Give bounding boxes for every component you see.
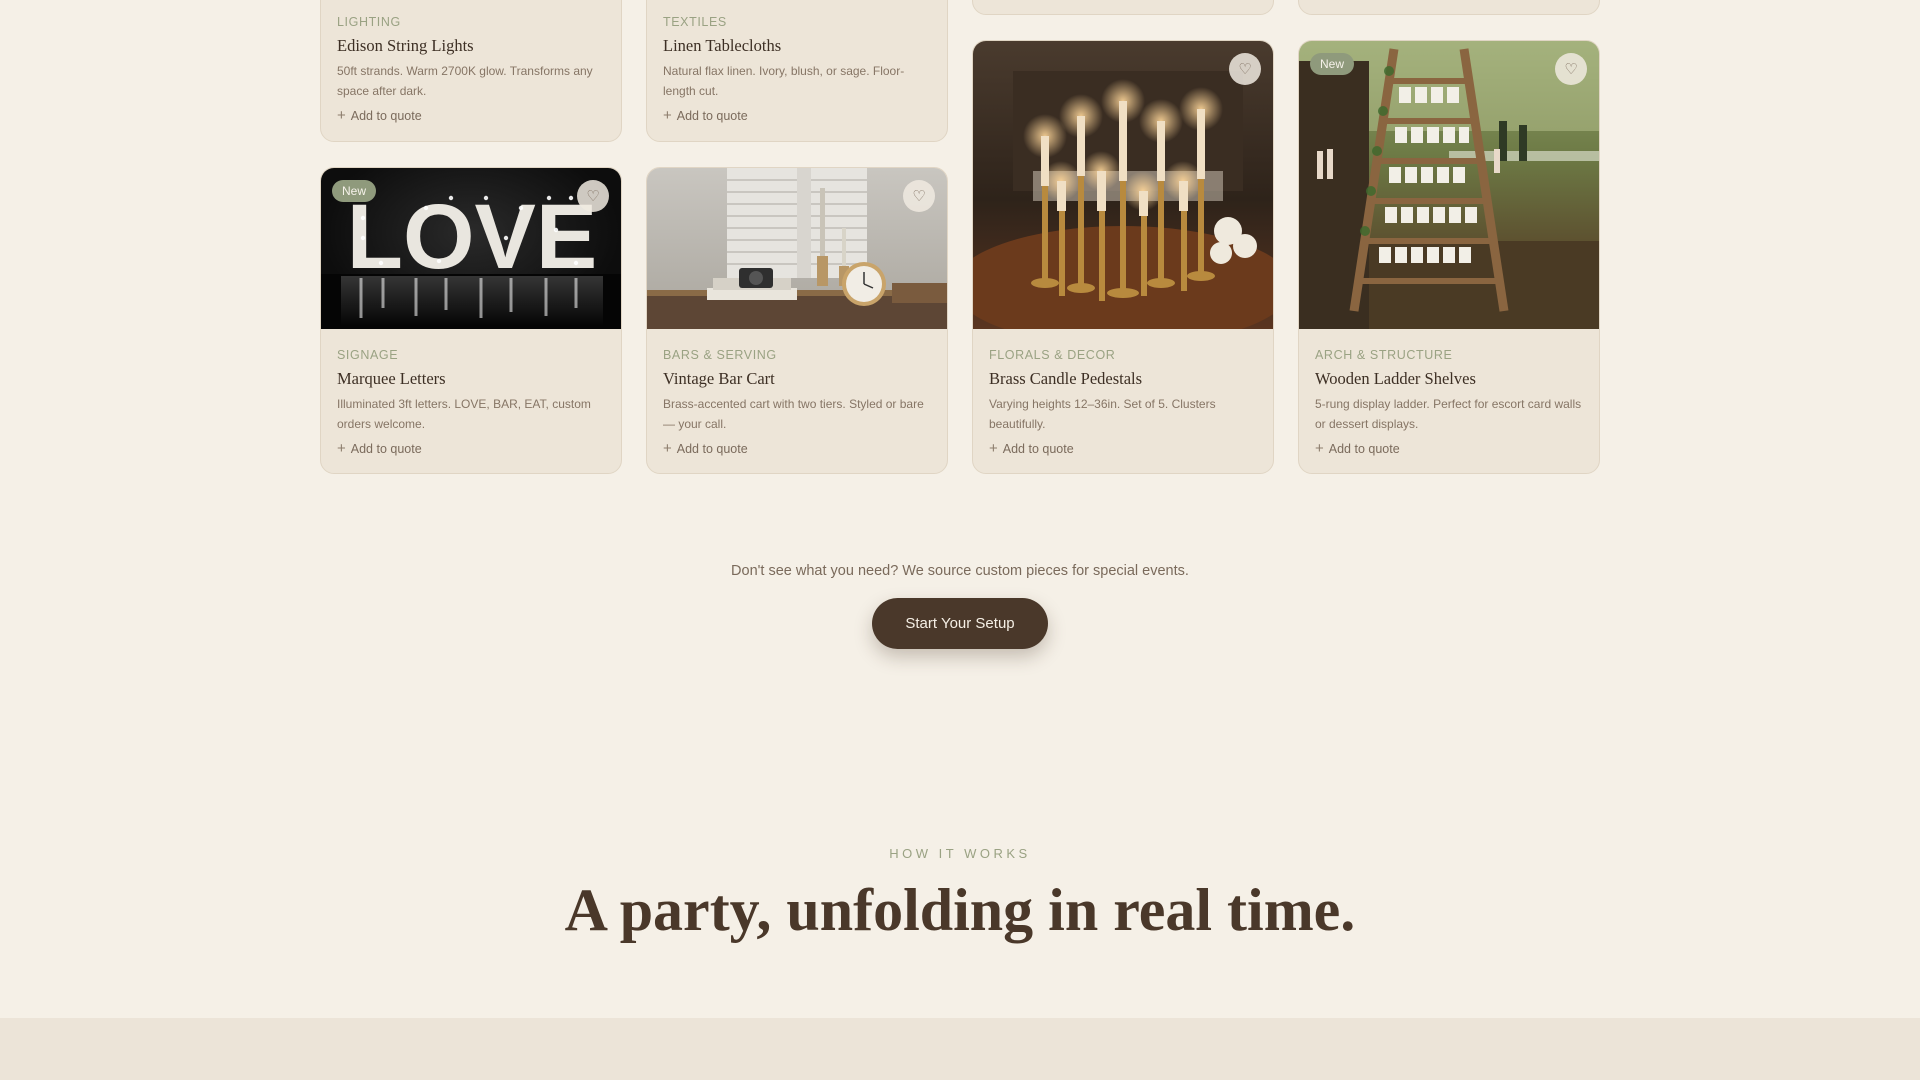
product-title: Linen Tablecloths (663, 36, 782, 55)
product-title: Marquee Letters (337, 369, 446, 388)
product-card-partial-top[interactable] (972, 0, 1274, 15)
favorite-heart-icon[interactable]: ♡ (577, 180, 609, 212)
product-category: BARS & SERVING (663, 348, 777, 362)
product-category: LIGHTING (337, 15, 401, 29)
product-title: Edison String Lights (337, 36, 474, 55)
add-to-quote-label: Add to quote (676, 109, 748, 123)
product-category: FLORALS & DECOR (989, 348, 1116, 362)
add-to-quote-label: Add to quote (676, 442, 748, 456)
add-to-quote-label: Add to quote (1328, 442, 1400, 456)
marquee-word: LOVE (347, 186, 597, 288)
candle-pedestals-illustration (973, 71, 1273, 329)
product-category: ARCH & STRUCTURE (1315, 348, 1453, 362)
section-headline: A party, unfolding in real time. (564, 877, 1356, 943)
product-card-wooden-ladder-shelves[interactable]: New ♡ ARCH & STRUCTURE Wooden Ladder She… (1298, 40, 1600, 474)
product-image: LOVE New ♡ (321, 168, 621, 329)
add-to-quote-label: Add to quote (350, 109, 422, 123)
add-to-quote-button[interactable]: + Add to quote (663, 107, 748, 125)
product-image: ♡ (647, 168, 947, 329)
bar-cart-illustration (647, 168, 947, 329)
product-description: Natural flax linen. Ivory, blush, or sag… (663, 64, 905, 98)
add-to-quote-label: Add to quote (1002, 442, 1074, 456)
product-description: Illuminated 3ft letters. LOVE, BAR, EAT,… (337, 397, 591, 431)
ladder-shelves-illustration (1299, 41, 1599, 329)
product-card-vintage-bar-cart[interactable]: ♡ BARS & SERVING Vintage Bar Cart Brass-… (646, 167, 948, 474)
product-category: SIGNAGE (337, 348, 399, 362)
favorite-heart-icon[interactable]: ♡ (1555, 53, 1587, 85)
product-image: New ♡ (1299, 41, 1599, 329)
add-to-quote-button[interactable]: + Add to quote (663, 440, 748, 458)
product-card-edison-lights[interactable]: LIGHTING Edison String Lights 50ft stran… (320, 0, 622, 142)
product-description: 5-rung display ladder. Perfect for escor… (1315, 397, 1582, 431)
product-title: Vintage Bar Cart (663, 369, 775, 388)
add-to-quote-button[interactable]: + Add to quote (337, 107, 422, 125)
plus-icon: + (663, 440, 672, 457)
section-eyebrow: HOW IT WORKS (889, 846, 1031, 861)
plus-icon: + (989, 440, 998, 457)
add-to-quote-button[interactable]: + Add to quote (1315, 440, 1400, 458)
product-description: Varying heights 12–36in. Set of 5. Clust… (989, 397, 1216, 431)
add-to-quote-button[interactable]: + Add to quote (337, 440, 422, 458)
product-title: Wooden Ladder Shelves (1315, 369, 1476, 388)
product-card-linen-tablecloths[interactable]: TEXTILES Linen Tablecloths Natural flax … (646, 0, 948, 142)
product-card-marquee-letters[interactable]: LOVE New ♡ SIGNAGE Marquee Letters Illum… (320, 167, 622, 474)
product-category: TEXTILES (663, 15, 727, 29)
custom-sourcing-text: Don't see what you need? We source custo… (731, 563, 1189, 579)
add-to-quote-label: Add to quote (350, 442, 422, 456)
product-card-brass-candle-pedestals[interactable]: ♡ FLORALS & DECOR Brass Candle Pedestals… (972, 40, 1274, 474)
next-section-band (0, 1018, 1920, 1080)
product-description: Brass-accented cart with two tiers. Styl… (663, 397, 924, 431)
plus-icon: + (1315, 440, 1324, 457)
product-card-partial-top[interactable] (1298, 0, 1600, 15)
product-description: 50ft strands. Warm 2700K glow. Transform… (337, 64, 593, 98)
product-image: ♡ (973, 41, 1273, 329)
new-badge: New (1310, 53, 1355, 75)
plus-icon: + (663, 107, 672, 124)
plus-icon: + (337, 440, 346, 457)
add-to-quote-button[interactable]: + Add to quote (989, 440, 1074, 458)
plus-icon: + (337, 107, 346, 124)
product-title: Brass Candle Pedestals (989, 369, 1143, 388)
start-your-setup-button[interactable]: Start Your Setup (872, 598, 1048, 649)
favorite-heart-icon[interactable]: ♡ (1229, 53, 1261, 85)
favorite-heart-icon[interactable]: ♡ (903, 180, 935, 212)
new-badge: New (332, 180, 377, 202)
